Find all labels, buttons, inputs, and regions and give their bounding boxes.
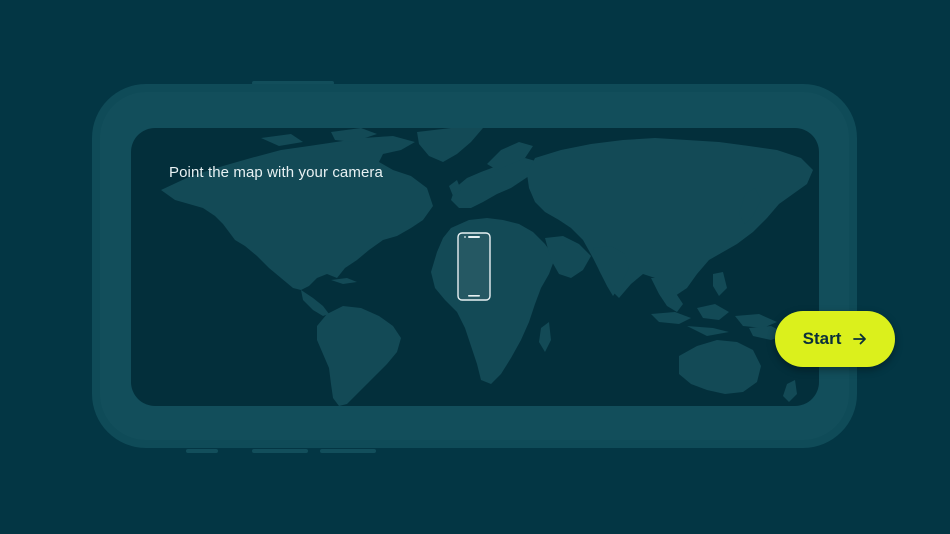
start-button[interactable]: Start: [775, 311, 895, 367]
arrow-right-icon: [853, 333, 867, 345]
start-button-label: Start: [802, 329, 842, 348]
device-side-button: [186, 449, 218, 453]
device-side-button: [320, 449, 376, 453]
smartphone-icon: [457, 232, 491, 301]
device-side-button: [252, 449, 308, 453]
instruction-text: Point the map with your camera: [169, 164, 383, 181]
onboarding-stage: Point the map with your camera Start: [0, 0, 950, 534]
